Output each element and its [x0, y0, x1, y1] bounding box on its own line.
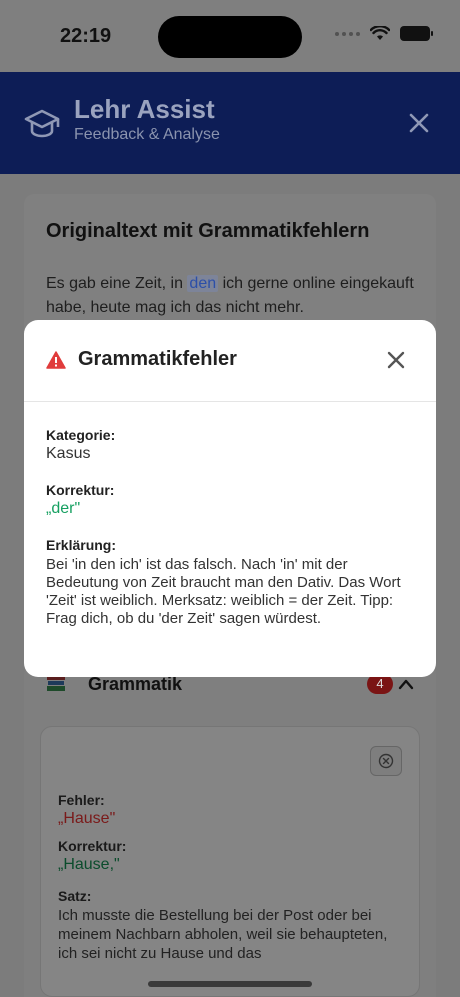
status-icons	[335, 26, 433, 41]
signal-icon	[335, 31, 360, 36]
error-value: „Hause"	[58, 810, 116, 827]
correction-label: Korrektur:	[46, 482, 115, 498]
close-circle-icon	[378, 753, 394, 769]
correction-value: „der"	[46, 500, 81, 517]
sentence-value: Ich musste die Bestellung bei der Post o…	[58, 907, 388, 962]
warning-icon	[46, 351, 66, 369]
status-bar: 22:19	[0, 0, 460, 72]
sentence-label: Satz:	[58, 888, 92, 904]
app-title: Lehr Assist	[74, 94, 215, 124]
highlighted-error-word[interactable]: den	[187, 275, 219, 292]
explanation-value: Bei 'in den ich' ist das falsch. Nach 'i…	[46, 556, 401, 627]
close-icon[interactable]	[386, 350, 406, 370]
app-header: Lehr Assist Feedback & Analyse	[0, 72, 460, 174]
graduation-cap-icon	[24, 109, 60, 138]
correction-value: „Hause,"	[58, 856, 120, 873]
original-text-body: Es gab eine Zeit, in den ich gerne onlin…	[46, 275, 414, 316]
dynamic-island	[158, 16, 302, 58]
error-label: Fehler:	[58, 792, 105, 808]
remove-error-button[interactable]	[370, 746, 402, 776]
modal-header: Grammatikfehler	[24, 320, 436, 402]
grammar-error-modal: Grammatikfehler Kategorie: Kasus Korrekt…	[24, 320, 436, 677]
category-label: Kategorie:	[46, 427, 116, 443]
close-icon[interactable]	[408, 112, 430, 134]
home-indicator[interactable]	[148, 981, 312, 987]
app-subtitle: Feedback & Analyse	[74, 126, 220, 143]
explanation-label: Erklärung:	[46, 537, 117, 553]
grammar-count-badge: 4	[367, 674, 393, 694]
books-icon	[46, 674, 66, 697]
correction-label: Korrektur:	[58, 838, 127, 854]
original-text-title: Originaltext mit Grammatikfehlern	[46, 220, 370, 242]
grammar-section-title[interactable]: Grammatik	[88, 674, 182, 695]
wifi-icon	[370, 26, 390, 40]
category-value: Kasus	[46, 445, 91, 462]
battery-icon	[400, 26, 433, 41]
modal-title: Grammatikfehler	[78, 348, 237, 370]
chevron-up-icon[interactable]	[398, 678, 414, 690]
status-time: 22:19	[60, 25, 112, 47]
